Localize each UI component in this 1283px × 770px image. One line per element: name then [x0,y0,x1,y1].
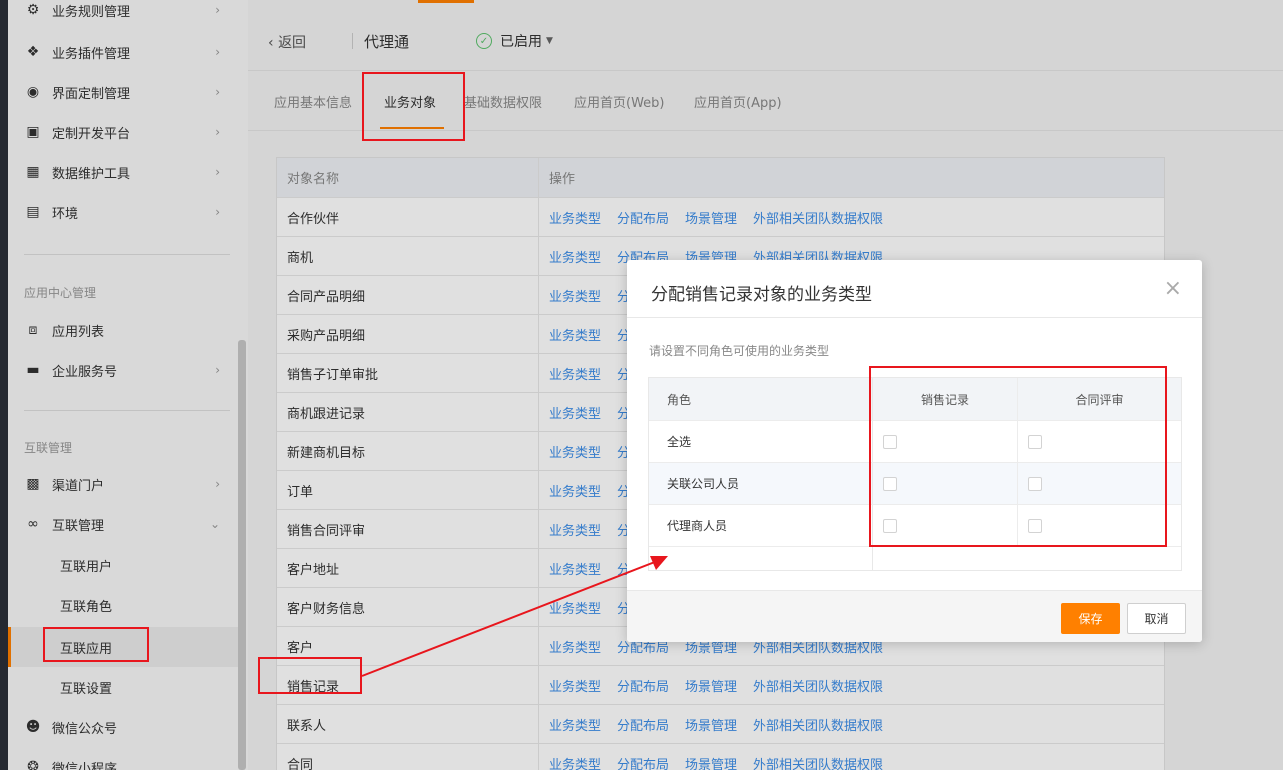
affiliated-staff-contract-review-checkbox[interactable] [1028,476,1042,491]
role-business-type-table: 角色 销售记录 合同评审 全选 关联公司人员 代理商人员 [648,377,1182,571]
cell [1018,463,1181,504]
column-header-sales-record: 销售记录 [873,378,1018,420]
column-header-contract-review: 合同评审 [1075,392,1124,407]
select-all-contract-review-checkbox[interactable] [1028,434,1042,449]
column-header-role: 角色 [649,378,873,420]
role-label: 关联公司人员 [649,463,873,504]
table-row: 全选 [649,420,1181,462]
cell [649,547,873,570]
agent-staff-sales-record-checkbox[interactable] [883,518,897,533]
cell [873,463,1018,504]
close-icon[interactable]: × [1164,278,1182,300]
table-row: 关联公司人员 [649,462,1181,504]
cell [1018,421,1181,462]
save-button[interactable]: 保存 [1061,603,1120,634]
dialog-divider [627,317,1202,318]
agent-staff-contract-review-checkbox[interactable] [1028,518,1042,533]
dialog-footer: 保存 取消 [627,590,1202,642]
table-row-empty [649,546,1181,570]
role-label: 全选 [649,421,873,462]
affiliated-staff-sales-record-checkbox[interactable] [883,476,897,491]
cell [873,421,1018,462]
table-header-row: 角色 销售记录 合同评审 [649,378,1181,420]
cell [1018,505,1181,546]
cell [873,505,1018,546]
table-row: 代理商人员 [649,504,1181,546]
dialog-hint: 请设置不同角色可使用的业务类型 [649,344,830,358]
cell [873,547,1018,570]
assign-business-type-dialog: 分配销售记录对象的业务类型 × 请设置不同角色可使用的业务类型 角色 销售记录 … [627,260,1202,642]
cell [1018,547,1181,570]
role-label: 代理商人员 [649,505,873,546]
select-all-sales-record-checkbox[interactable] [883,434,897,449]
cancel-button[interactable]: 取消 [1127,603,1186,634]
dialog-title: 分配销售记录对象的业务类型 [651,285,872,305]
